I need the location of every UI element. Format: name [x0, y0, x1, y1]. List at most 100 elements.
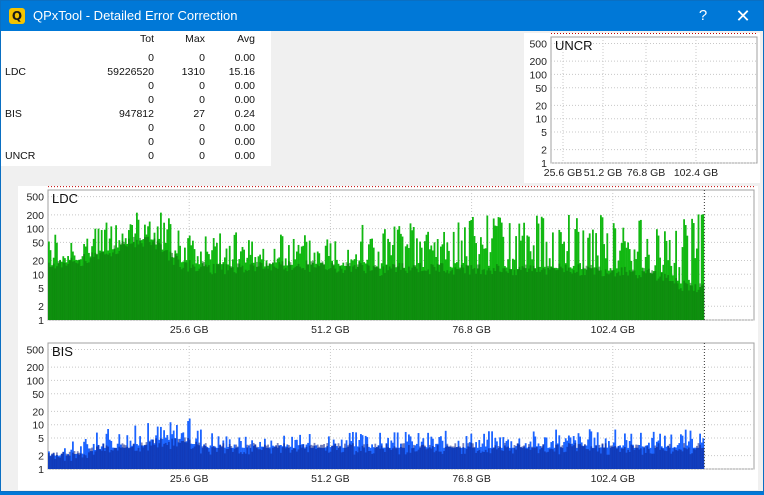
- y-tick-label: 10: [32, 269, 44, 281]
- data-bar-typical: [289, 262, 292, 320]
- data-bar-typical: [64, 263, 66, 320]
- data-bar-typical: [563, 452, 565, 469]
- data-bar-typical: [606, 454, 609, 469]
- data-bar-typical: [236, 263, 239, 320]
- data-bar-typical: [600, 453, 602, 469]
- data-bar-typical: [672, 280, 674, 320]
- data-bar-typical: [678, 289, 681, 320]
- data-bar-typical: [377, 445, 380, 469]
- data-bar-typical: [446, 270, 449, 320]
- data-bar-typical: [115, 254, 117, 320]
- title-bar[interactable]: Q QPxTool - Detailed Error Correction ? …: [1, 1, 763, 31]
- data-bar-typical: [120, 447, 122, 469]
- data-bar-typical: [416, 268, 418, 320]
- x-tick-label: 102.4 GB: [674, 167, 718, 179]
- data-bar-typical: [283, 269, 285, 320]
- data-bar-typical: [123, 241, 125, 320]
- stats-row: 0 0 0.00: [1, 52, 271, 65]
- data-bar-typical: [94, 451, 97, 469]
- data-bar-typical: [532, 265, 535, 320]
- data-bar-typical: [273, 446, 276, 469]
- data-bar-typical: [100, 450, 103, 469]
- data-bar-typical: [323, 263, 325, 320]
- data-bar-typical: [313, 267, 316, 320]
- data-bar-typical: [265, 445, 268, 469]
- data-bar-typical: [612, 446, 615, 469]
- data-bar-typical: [644, 452, 647, 469]
- data-bar-typical: [192, 264, 194, 320]
- ldc-chart-svg: 500 200 10050 2010 5 2 1 25.6 GB 51.2 GB 76.8 GB 1…: [26, 186, 755, 336]
- data-bar-typical: [473, 268, 476, 320]
- data-bar-typical: [136, 450, 138, 469]
- data-bar-typical: [600, 270, 602, 320]
- data-bar-typical: [118, 446, 121, 469]
- data-bar-typical: [462, 443, 465, 469]
- data-bar-typical: [198, 442, 201, 469]
- data-bar-typical: [384, 272, 386, 320]
- data-bar-typical: [155, 249, 157, 320]
- data-bar-typical: [472, 269, 474, 320]
- data-bar-typical: [161, 446, 164, 469]
- data-bar-typical: [401, 263, 404, 320]
- data-bar-typical: [347, 263, 349, 320]
- data-bar-typical: [441, 453, 444, 469]
- data-bar-typical: [180, 441, 183, 469]
- data-bar-typical: [560, 446, 562, 469]
- data-bar-typical: [240, 452, 242, 469]
- data-bar-typical: [115, 448, 117, 469]
- data-bar-typical: [99, 449, 101, 469]
- data-bar-typical: [699, 283, 701, 320]
- data-bar-typical: [235, 444, 237, 469]
- data-bar-typical: [472, 443, 474, 469]
- data-bar-typical: [476, 451, 479, 469]
- y-tick-label: 200: [26, 362, 44, 374]
- data-bar-typical: [187, 437, 189, 469]
- data-bar-typical: [275, 445, 277, 469]
- data-bar-typical: [443, 270, 445, 320]
- data-bar-typical: [312, 260, 314, 320]
- data-bar-typical: [75, 458, 77, 469]
- data-bar-typical: [236, 446, 239, 469]
- data-bar-typical: [652, 272, 655, 320]
- data-bar-typical: [300, 447, 303, 469]
- data-bar-typical: [512, 453, 514, 469]
- help-button[interactable]: ?: [683, 1, 723, 31]
- data-bar-typical: [524, 264, 527, 320]
- data-bar-typical: [403, 443, 405, 469]
- data-bar-typical: [380, 445, 383, 469]
- data-bar-typical: [545, 274, 548, 320]
- data-bar-typical: [260, 450, 263, 469]
- data-bar-typical: [467, 443, 469, 469]
- close-button[interactable]: ✕: [723, 1, 763, 31]
- data-bar-typical: [316, 264, 319, 320]
- data-bar-typical: [390, 268, 393, 320]
- y-tick-label: 100: [529, 69, 547, 81]
- data-bar-typical: [499, 271, 501, 320]
- stats-row: 0 0 0.00: [1, 136, 271, 149]
- data-bar-typical: [521, 446, 524, 469]
- data-bar-typical: [681, 290, 684, 320]
- data-bar-typical: [688, 290, 690, 320]
- y-tick-label: 5: [38, 283, 44, 295]
- data-bar-typical: [390, 449, 393, 469]
- data-bar-typical: [272, 447, 274, 469]
- y-tick-label: 20: [32, 406, 44, 418]
- data-bar-typical: [558, 263, 561, 320]
- data-bar-typical: [128, 238, 130, 320]
- data-bar-typical: [246, 270, 249, 320]
- data-bar-typical: [270, 270, 273, 320]
- data-bar-typical: [88, 452, 90, 469]
- data-bar-typical: [664, 450, 666, 469]
- data-bar-typical: [659, 276, 661, 320]
- data-bar-typical: [456, 269, 458, 320]
- data-bar-typical: [196, 444, 199, 469]
- data-bar-typical: [73, 260, 76, 320]
- data-bar-typical: [132, 236, 135, 320]
- data-bar-typical: [697, 443, 700, 469]
- data-bar-typical: [81, 265, 84, 320]
- row-avg: 0.00: [234, 80, 255, 92]
- x-tick-label: 51.2 GB: [584, 167, 623, 179]
- data-bar-typical: [376, 447, 378, 469]
- data-bar-typical: [700, 285, 703, 320]
- data-bar-typical: [398, 454, 401, 469]
